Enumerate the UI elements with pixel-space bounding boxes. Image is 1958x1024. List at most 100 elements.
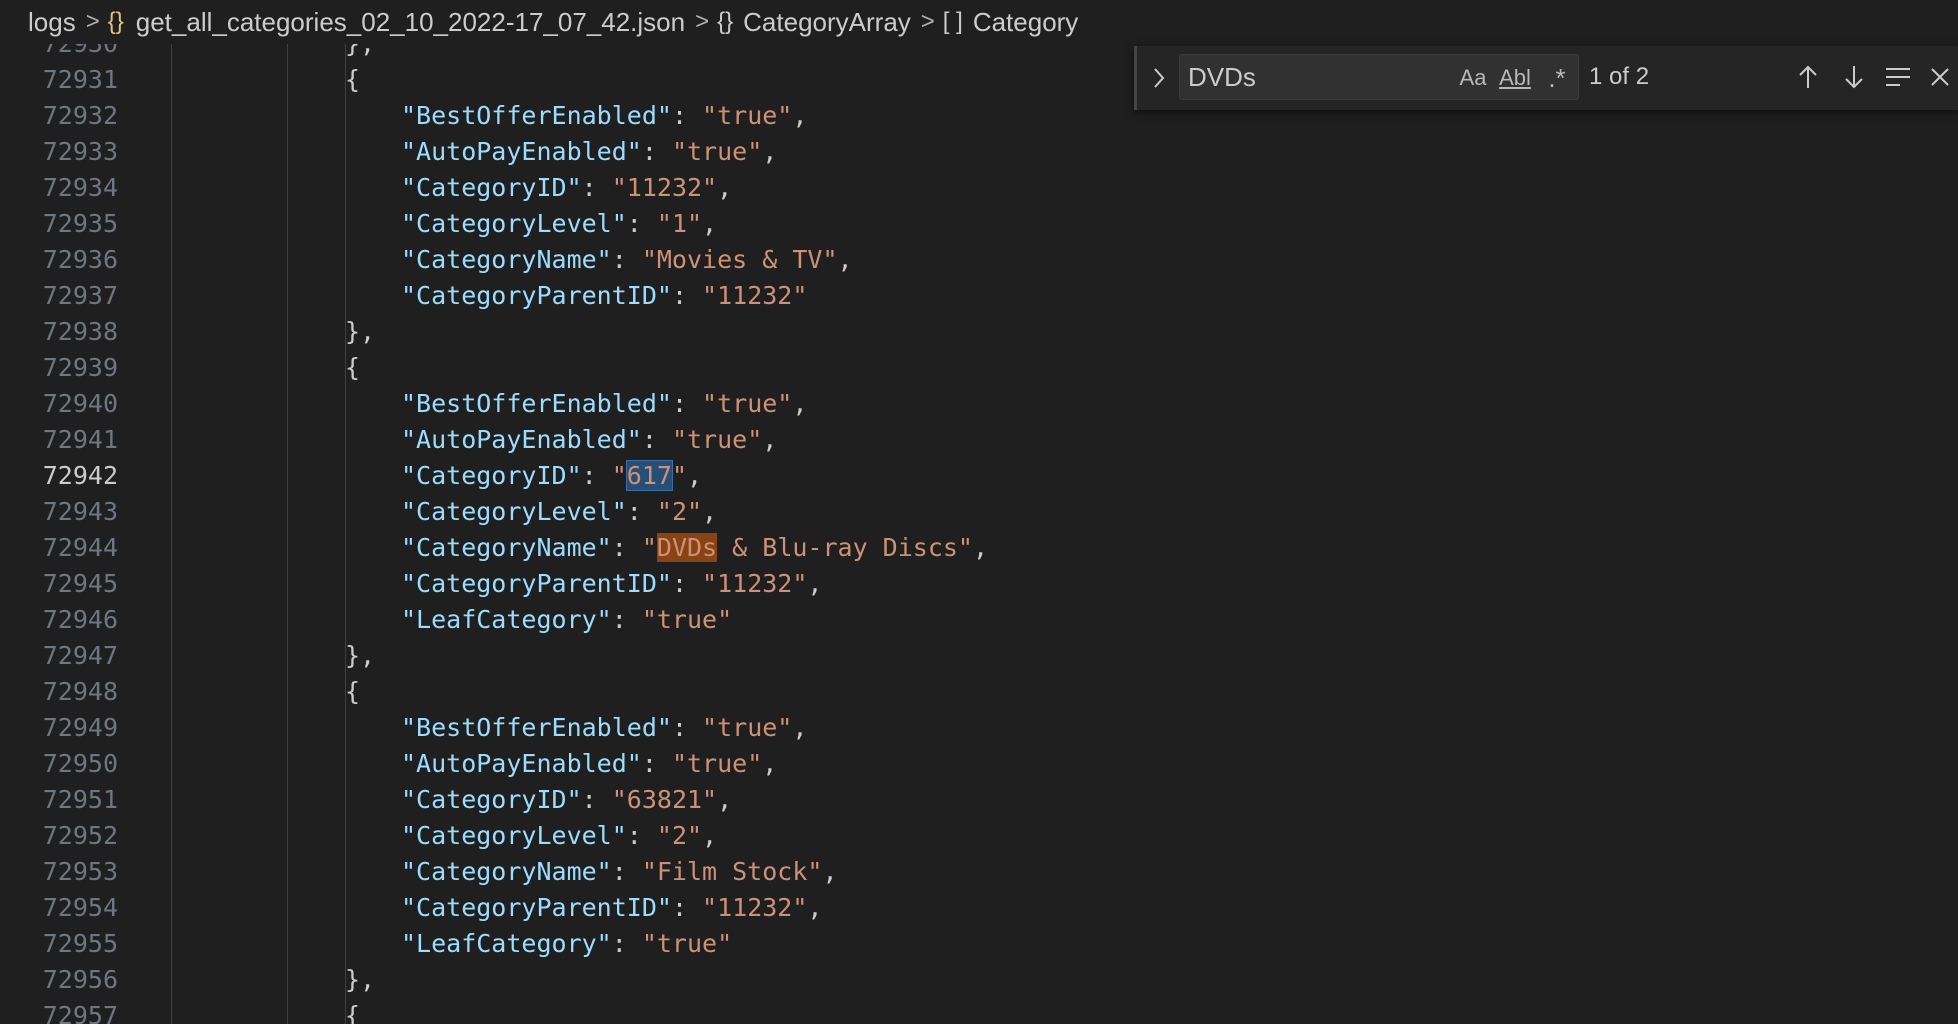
json-punctuation: , [762, 137, 778, 166]
json-key: "CategoryID" [401, 785, 582, 814]
json-string: "63821" [611, 785, 718, 814]
json-punctuation: , [702, 497, 718, 526]
json-punctuation: { [345, 1001, 361, 1024]
json-punctuation: , [807, 569, 823, 598]
code-line[interactable]: 72936 "CategoryName": "Movies & TV", [0, 242, 1958, 278]
json-punctuation: { [345, 677, 361, 706]
arrow-up-icon[interactable] [1789, 58, 1827, 96]
json-punctuation: : [671, 569, 703, 598]
code-line[interactable]: 72957 { [0, 998, 1958, 1024]
json-punctuation: , [972, 533, 989, 562]
code-line[interactable]: 72937 "CategoryParentID": "11232" [0, 278, 1958, 314]
json-punctuation: : [671, 893, 703, 922]
json-key: "AutoPayEnabled" [401, 137, 642, 166]
breadcrumb-item-category[interactable]: [ ] Category [943, 7, 1079, 38]
code-line[interactable]: 72949 "BestOfferEnabled": "true", [0, 710, 1958, 746]
code-text: "CategoryID": "11232", [401, 170, 732, 206]
json-key: "CategoryLevel" [401, 497, 627, 526]
json-string: "true" [641, 929, 733, 958]
match-case-icon[interactable]: Aa [1456, 61, 1490, 95]
close-icon[interactable] [1921, 58, 1958, 96]
find-input-container: Aa Abl .* [1179, 54, 1579, 100]
code-line[interactable]: 72946 "LeafCategory": "true" [0, 602, 1958, 638]
json-punctuation: }, [345, 317, 376, 346]
code-line[interactable]: 72947}, [0, 638, 1958, 674]
json-string: "2" [656, 497, 703, 526]
code-text: "CategoryParentID": "11232", [401, 566, 822, 602]
json-punctuation: , [702, 821, 718, 850]
line-number: 72949 [42, 713, 118, 742]
json-key: "CategoryName" [401, 533, 612, 562]
code-line[interactable]: 72945 "CategoryParentID": "11232", [0, 566, 1958, 602]
breadcrumb-item-file[interactable]: {} get_all_categories_02_10_2022-17_07_4… [108, 7, 717, 38]
code-line[interactable]: 72952 "CategoryLevel": "2", [0, 818, 1958, 854]
json-key: "BestOfferEnabled" [401, 101, 672, 130]
breadcrumb-label: CategoryArray [743, 6, 911, 37]
code-line[interactable]: 72944 "CategoryName": "DVDs & Blu-ray Dis… [0, 530, 1958, 566]
code-text: "AutoPayEnabled": "true", [401, 422, 777, 458]
find-input[interactable] [1188, 59, 1438, 95]
line-number: 72932 [42, 101, 118, 130]
json-punctuation: : [581, 461, 612, 490]
json-punctuation: , [822, 857, 838, 886]
search-match: DVDs [656, 533, 718, 562]
code-line[interactable]: 72955 "LeafCategory": "true" [0, 926, 1958, 962]
code-text: "BestOfferEnabled": "true", [401, 98, 807, 134]
json-string: "true" [671, 425, 763, 454]
code-line[interactable]: 72939 { [0, 350, 1958, 386]
code-line[interactable]: 72956}, [0, 962, 1958, 998]
json-punctuation: , [792, 713, 808, 742]
code-line[interactable]: 72948 { [0, 674, 1958, 710]
regex-icon[interactable]: .* [1540, 61, 1574, 95]
json-punctuation: { [345, 65, 361, 94]
line-number: 72938 [42, 317, 118, 346]
code-line[interactable]: 72950 "AutoPayEnabled": "true", [0, 746, 1958, 782]
code-line[interactable]: 72943 "CategoryLevel": "2", [0, 494, 1958, 530]
json-string: "11232" [702, 569, 808, 598]
code-line[interactable]: 72941 "AutoPayEnabled": "true", [0, 422, 1958, 458]
code-editor[interactable]: 72930}, 72931 {72932 "BestOfferEnabled": "t… [0, 44, 1958, 1024]
code-line[interactable]: 72938}, [0, 314, 1958, 350]
json-key: "CategoryName" [401, 245, 612, 274]
json-key: "CategoryID" [401, 173, 582, 202]
chevron-right-icon: > [85, 8, 100, 35]
breadcrumb-item-categoryarray[interactable]: {} CategoryArray > [717, 7, 943, 38]
line-number: 72954 [42, 893, 118, 922]
line-number: 72940 [42, 389, 118, 418]
json-punctuation: : [641, 749, 672, 778]
code-line[interactable]: 72953 "CategoryName": "Film Stock", [0, 854, 1958, 890]
code-line[interactable]: 72942 "CategoryID": "617", [0, 458, 1958, 494]
json-string: "true" [671, 137, 763, 166]
json-key: "BestOfferEnabled" [401, 713, 672, 742]
code-line[interactable]: 72935 "CategoryLevel": "1", [0, 206, 1958, 242]
code-text: "LeafCategory": "true" [401, 926, 732, 962]
whole-word-icon[interactable]: Abl [1498, 61, 1532, 95]
match-count: 1 of 2 [1589, 63, 1650, 90]
code-line[interactable]: 72954 "CategoryParentID": "11232", [0, 890, 1958, 926]
line-number: 72953 [42, 857, 118, 886]
breadcrumb-item-logs[interactable]: logs > [28, 7, 108, 38]
json-key: "AutoPayEnabled" [401, 749, 642, 778]
json-key: "LeafCategory" [401, 929, 612, 958]
line-number: 72937 [42, 281, 118, 310]
json-punctuation: , [762, 425, 778, 454]
code-text: { [345, 62, 360, 98]
json-string: " [611, 461, 627, 490]
json-punctuation: : [581, 785, 612, 814]
json-punctuation: : [611, 605, 642, 634]
arrow-down-icon[interactable] [1835, 58, 1873, 96]
line-number: 72945 [42, 569, 118, 598]
line-number: 72941 [42, 425, 118, 454]
find-in-selection-icon[interactable] [1879, 58, 1917, 96]
search-match: 617 [625, 460, 673, 491]
code-line[interactable]: 72940 "BestOfferEnabled": "true", [0, 386, 1958, 422]
object-icon: {} [717, 8, 734, 35]
line-number: 72946 [42, 605, 118, 634]
code-line[interactable]: 72951 "CategoryID": "63821", [0, 782, 1958, 818]
chevron-right-icon[interactable] [1147, 60, 1171, 96]
json-string: "11232" [702, 281, 808, 310]
code-line[interactable]: 72934 "CategoryID": "11232", [0, 170, 1958, 206]
code-line[interactable]: 72933 "AutoPayEnabled": "true", [0, 134, 1958, 170]
code-text: "CategoryID": "617", [401, 458, 702, 494]
json-string: "Movies & TV" [641, 245, 838, 274]
